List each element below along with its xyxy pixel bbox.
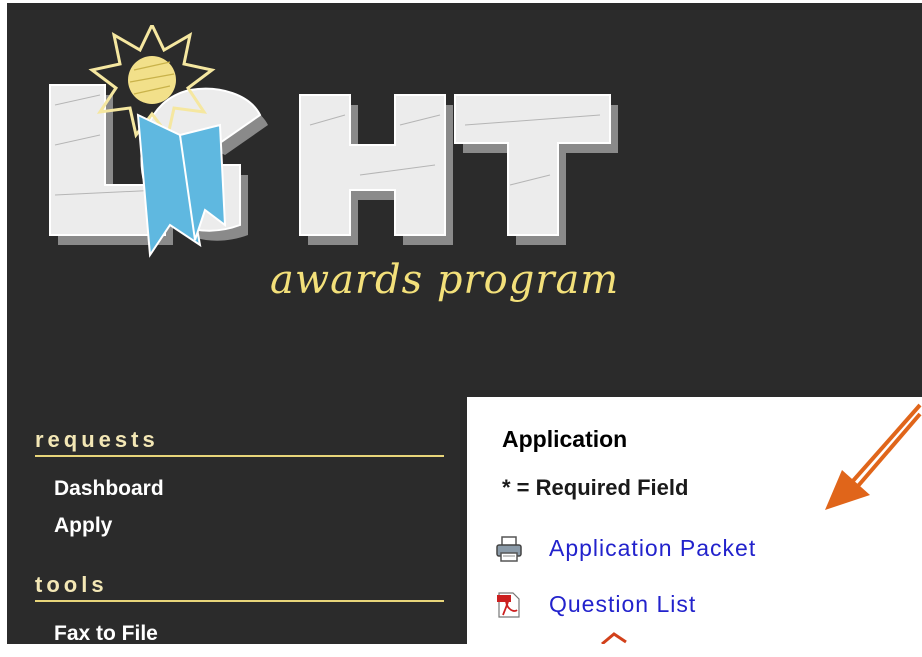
question-list-link[interactable]: Question List — [549, 591, 696, 618]
logo-subtitle: awards program — [270, 257, 620, 303]
sidebar-heading-requests: requests — [35, 427, 444, 457]
red-arrow-fragment-icon — [601, 632, 627, 644]
light-awards-logo: awards program — [30, 21, 650, 310]
sidebar-item-dashboard[interactable]: Dashboard — [54, 477, 164, 501]
printer-icon[interactable] — [495, 535, 523, 563]
required-field-note: * = Required Field — [502, 475, 689, 500]
sidebar-item-fax-to-file[interactable]: Fax to File — [54, 622, 158, 646]
sidebar-item-apply[interactable]: Apply — [54, 514, 112, 538]
pdf-icon[interactable] — [495, 591, 523, 619]
pointer-arrow-icon — [825, 403, 922, 510]
sidebar-heading-tools: tools — [35, 572, 444, 602]
application-packet-link[interactable]: Application Packet — [549, 535, 756, 562]
panel-title: Application — [502, 426, 628, 452]
